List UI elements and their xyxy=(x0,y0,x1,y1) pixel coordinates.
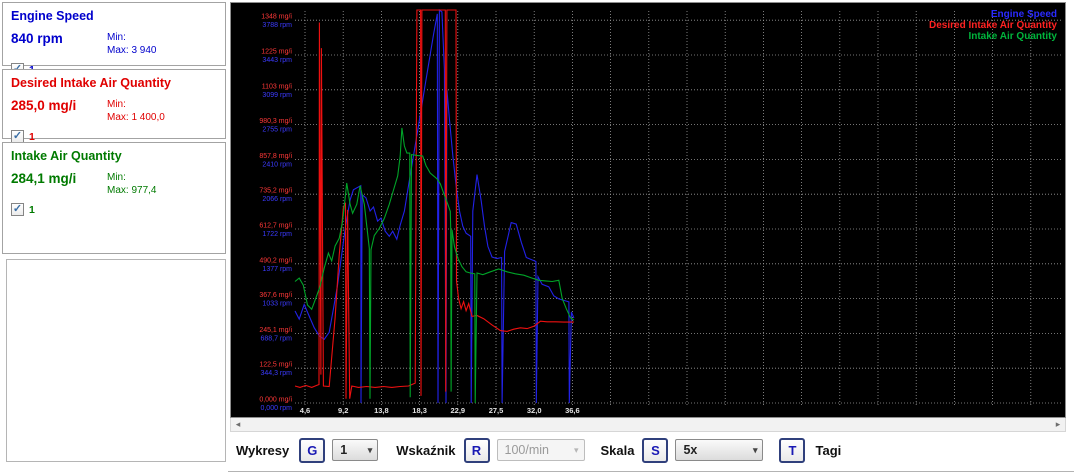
chart-number-value: 1 xyxy=(340,443,348,457)
chart-horizontal-scrollbar[interactable]: ◂ ▸ xyxy=(230,418,1066,432)
channel-card-intake-air[interactable]: Intake Air Quantity 284,1 mg/i Min: Max:… xyxy=(2,142,226,254)
scale-value: 5x xyxy=(683,443,698,457)
chart-frame: 1348 mg/i 3788 rpm 1225 mg/i 3443 rpm 1103 m… xyxy=(230,2,1066,418)
scale-label: Skala xyxy=(600,442,635,458)
indicator-button[interactable]: R xyxy=(463,437,490,463)
chart-number-select[interactable]: 1 ▾ xyxy=(332,439,379,461)
channel-min: Min: xyxy=(107,32,126,43)
indicator-select: 100/min ▾ xyxy=(496,439,585,461)
y-axis-label-mg: 857,8 mg/i xyxy=(259,153,292,160)
y-axis-label-rpm: 688,7 rpm xyxy=(260,335,292,342)
legend-entry: Engine Speed xyxy=(991,9,1057,20)
bottom-divider xyxy=(228,471,1074,472)
x-axis-label: 22,9 xyxy=(450,406,465,415)
chevron-down-icon: ▾ xyxy=(752,444,758,455)
scroll-right-icon[interactable]: ▸ xyxy=(1051,419,1065,430)
x-axis-label: 27,5 xyxy=(489,406,504,415)
charts-button[interactable]: G xyxy=(299,437,326,463)
x-axis-label: 13,8 xyxy=(374,406,389,415)
y-axis-label-rpm: 2410 rpm xyxy=(262,161,292,168)
chart-panel: 1348 mg/i 3788 rpm 1225 mg/i 3443 rpm 1103 m… xyxy=(228,0,1074,473)
scale-button[interactable]: S xyxy=(642,437,669,463)
x-axis-label: 4,6 xyxy=(300,406,310,415)
channel-checkbox-label: 1 xyxy=(29,203,35,216)
y-axis-label-rpm: 344,3 rpm xyxy=(260,370,292,377)
x-axis-label: 32,0 xyxy=(527,406,542,415)
tags-label: Tagi xyxy=(815,442,842,458)
chart-canvas[interactable]: 1348 mg/i3788 rpm 1225 mg/i3443 rpm 1103 m… xyxy=(231,3,1065,417)
legend-entry: Desired Intake Air Quantity xyxy=(929,20,1057,31)
y-axis-label-rpm: 1033 rpm xyxy=(262,301,292,308)
channel-visibility-checkbox[interactable]: ✓ xyxy=(11,203,24,216)
channel-title: Desired Intake Air Quantity xyxy=(11,76,171,90)
y-axis-label-mg: 490,2 mg/i xyxy=(259,257,292,264)
y-axis-label-rpm: 2755 rpm xyxy=(262,127,292,134)
chart-toolbar: Wykresy G 1 ▾ Wskaźnik R 100/min ▾ Skala… xyxy=(230,432,1074,468)
y-axis-label-mg: 1103 mg/i xyxy=(262,83,293,90)
channel-checkbox-label: 1 xyxy=(29,130,35,143)
channel-title: Intake Air Quantity xyxy=(11,149,122,163)
chevron-down-icon: ▾ xyxy=(573,444,579,455)
y-axis-label-rpm: 3099 rpm xyxy=(262,92,292,99)
y-axis-label-mg: 122,5 mg/i xyxy=(259,362,292,369)
plot-background xyxy=(231,3,1065,417)
channel-current-value: 284,1 mg/i xyxy=(11,171,77,186)
channel-max: Max: 977,4 xyxy=(107,185,157,196)
y-axis-label-mg: 980,3 mg/i xyxy=(259,118,292,125)
channel-max: Max: 3 940 xyxy=(107,45,157,56)
channel-max: Max: 1 400,0 xyxy=(107,112,165,123)
indicator-value: 100/min xyxy=(504,443,549,457)
y-axis-label-rpm: 0,000 rpm xyxy=(260,405,292,412)
channel-min: Min: xyxy=(107,99,126,110)
charts-label: Wykresy xyxy=(236,442,290,458)
channel-card-engine-speed[interactable]: Engine Speed 840 rpm Min: Max: 3 940 ✓ 1 xyxy=(2,2,226,76)
channel-current-value: 840 rpm xyxy=(11,31,63,46)
indicator-label: Wskaźnik xyxy=(396,442,456,458)
y-axis-label-rpm: 2066 rpm xyxy=(262,196,292,203)
y-axis-label-rpm: 3443 rpm xyxy=(262,57,292,64)
channel-title: Engine Speed xyxy=(11,9,94,23)
y-axis-label-rpm: 3788 rpm xyxy=(262,22,292,29)
y-axis-label-mg: 367,6 mg/i xyxy=(259,292,292,299)
channel-card-desired-intake-air[interactable]: Desired Intake Air Quantity 285,0 mg/i M… xyxy=(2,69,226,143)
y-axis-label-mg: 612,7 mg/i xyxy=(259,223,292,230)
y-axis-label-mg: 735,2 mg/i xyxy=(259,188,292,195)
channel-min: Min: xyxy=(107,172,126,183)
y-axis-label-mg: 0,000 mg/i xyxy=(259,397,292,404)
y-axis-label-rpm: 1377 rpm xyxy=(262,266,292,273)
chevron-down-icon: ▾ xyxy=(367,444,373,455)
tags-button[interactable]: T xyxy=(779,437,806,463)
y-axis-label-mg: 1348 mg/i xyxy=(261,14,292,21)
x-axis-label: 9,2 xyxy=(338,406,348,415)
x-axis-label: 18,3 xyxy=(412,406,427,415)
legend-entry: Intake Air Quantity xyxy=(968,31,1057,42)
y-axis-label-rpm: 1722 rpm xyxy=(262,231,292,238)
y-axis-label-mg: 245,1 mg/i xyxy=(259,327,292,334)
scroll-left-icon[interactable]: ◂ xyxy=(231,419,245,430)
sidebar-empty-panel xyxy=(6,259,226,462)
diagnostics-app: Engine Speed 840 rpm Min: Max: 3 940 ✓ 1… xyxy=(0,0,1074,473)
channel-current-value: 285,0 mg/i xyxy=(11,98,77,113)
channel-sidebar: Engine Speed 840 rpm Min: Max: 3 940 ✓ 1… xyxy=(0,0,228,464)
scale-select[interactable]: 5x ▾ xyxy=(675,439,764,461)
y-axis-label-mg: 1225 mg/i xyxy=(261,49,292,56)
x-axis-label: 36,6 xyxy=(565,406,580,415)
